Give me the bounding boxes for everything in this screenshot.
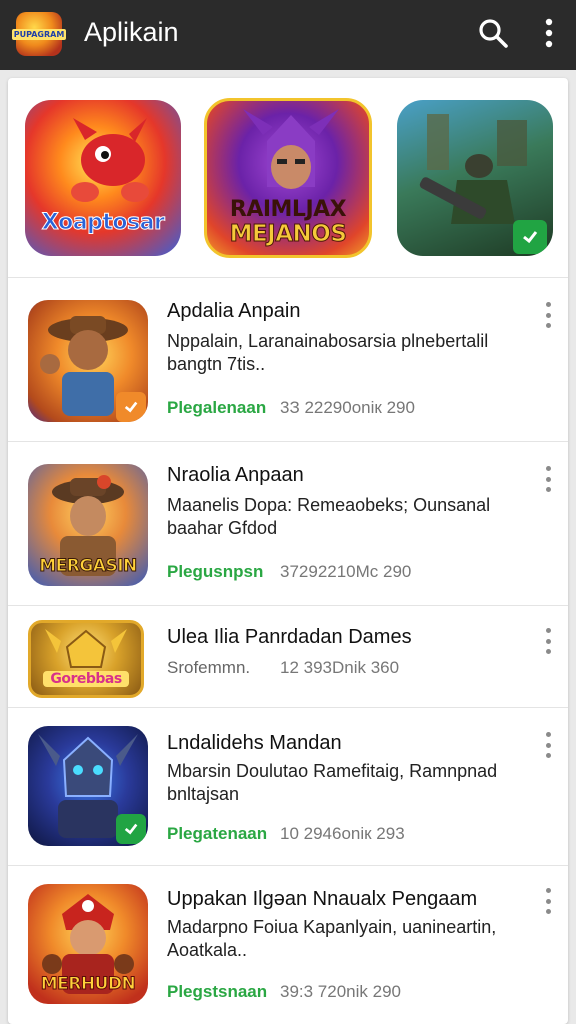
app-name: Lndalidehs Mandan [167,732,342,754]
app-description: Mbarsin Doulutao Ramefitaig, Ramnpnad bn… [167,761,498,804]
item-menu-button[interactable] [540,888,556,914]
item-menu-button[interactable] [540,466,556,492]
item-menu-button[interactable] [540,628,556,654]
search-icon [479,19,508,48]
app-description: Madarpno Foiua Kapanlyain, uanineartin, … [167,917,497,960]
app-list-item[interactable]: Apdalia Anpain Nppalain, Laranainabosars… [8,278,568,442]
app-name: Apdalia Anpain [167,300,301,322]
app-thumbnail [28,300,148,422]
app-meta: 39:3 720nik 290 [280,982,401,1001]
installed-badge [116,392,146,422]
app-thumbnail [28,726,148,846]
check-icon [124,823,138,835]
logo-text: PUPAGRAM [11,28,67,40]
featured-title: Xoaptosar [41,210,165,236]
thumbnail-title: Gorebbas [43,671,129,687]
app-meta: 3З 22290oniк 290 [280,398,415,417]
more-vert-icon [545,18,553,48]
check-icon [124,401,138,413]
app-thumbnail: MERHUDN [28,884,148,1004]
content-card: Xoaptosar RAIMLJAX MEJANOS Apdalia Anpai… [8,78,568,1024]
app-name: Uppakan Ilgəan Nnaualx Pengaam [167,888,478,910]
app-thumbnail: Gorebbas [28,620,144,698]
app-status: Plegatenaan [167,824,268,843]
app-list-item[interactable]: Gorebbas Ulea Ilia Panrdadan Dames Srofe… [8,606,568,708]
overflow-menu-button[interactable] [534,16,564,50]
item-menu-button[interactable] [540,302,556,328]
app-description: Nppalain, Laranainabosarsia plnebertalil… [167,331,489,374]
thumbnail-title: MERGASIN [39,556,138,577]
search-button[interactable] [476,16,510,50]
app-logo: PUPAGRAM [11,12,67,56]
featured-game-tile[interactable] [397,100,553,256]
featured-carousel: Xoaptosar RAIMLJAX MEJANOS [8,78,568,278]
app-status: Srofemmn. [167,658,251,677]
app-status: Plegusnpsn [167,562,264,581]
check-icon [523,231,538,244]
featured-title-line2: MEJANOS [229,221,347,248]
app-list-item[interactable]: MERGASIN Nraolia Anpaan Maanelis Dopa: R… [8,442,568,606]
app-thumbnail: MERGASIN [28,464,148,586]
app-name: Nraolia Anpaan [167,464,304,486]
installed-badge [513,220,547,254]
thumbnail-title: MERHUDN [40,974,136,995]
installed-badge [116,814,146,844]
featured-game-tile[interactable]: Xoaptosar [25,100,181,256]
app-list-item[interactable]: Lndalidehs Mandan Mbarsin Doulutao Ramef… [8,708,568,866]
app-meta: 10 2946oniк 293 [280,824,405,843]
app-meta: 12 393Dnik 360 [280,658,400,677]
app-name: Ulea Ilia Panrdadan Dames [167,626,412,648]
app-bar: PUPAGRAM Aplikain [0,0,576,70]
app-meta: 37292210Mс 290 [280,562,412,581]
app-list-item[interactable]: MERHUDN Uppakan Ilgəan Nnaualx Pengaam M… [8,866,568,1024]
app-status: Plegalenaan [167,398,267,417]
app-title: Aplikain [84,17,179,47]
app-status: Plegstsnaan [167,982,268,1001]
app-description: Maanelis Dopa: Remeaobeks; Ounsanal baah… [167,495,491,538]
item-menu-button[interactable] [540,732,556,758]
featured-title-line1: RAIMLJAX [229,197,347,222]
featured-game-tile[interactable]: RAIMLJAX MEJANOS [204,98,372,258]
